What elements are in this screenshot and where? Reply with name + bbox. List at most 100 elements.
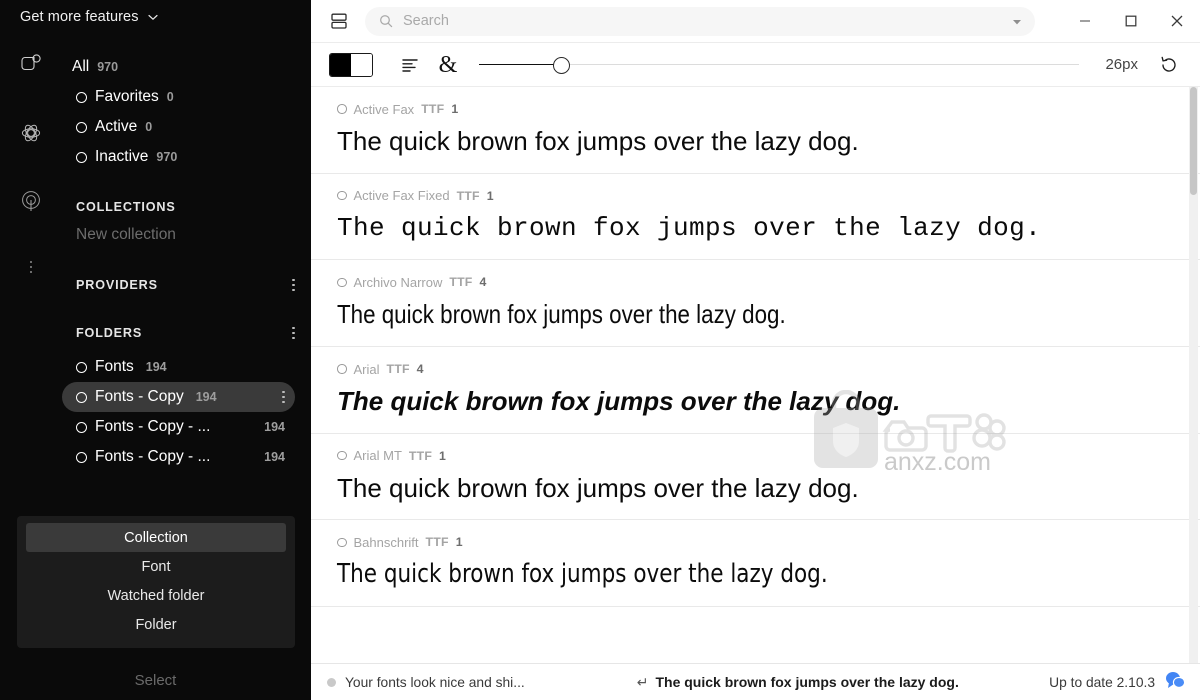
new-collection-button[interactable]: New collection <box>62 220 311 250</box>
minimize-icon[interactable] <box>1062 0 1108 43</box>
reset-rotate-icon[interactable] <box>1152 50 1186 80</box>
slider-knob[interactable] <box>553 56 570 74</box>
activate-font-icon[interactable] <box>337 537 347 548</box>
font-format: TTF <box>421 102 445 116</box>
font-size-label: 26px <box>1105 56 1138 73</box>
font-list-item[interactable]: Active Fax TTF 1 The quick brown fox jum… <box>311 87 1200 174</box>
contrast-black-half <box>330 53 351 76</box>
activate-font-icon[interactable] <box>337 450 347 461</box>
black-white-contrast-icon[interactable] <box>329 52 373 77</box>
ampersand-glyph: & <box>438 51 458 78</box>
providers-title: PROVIDERS <box>76 278 158 292</box>
font-list-item[interactable]: Arial MT TTF 1 The quick brown fox jumps… <box>311 434 1200 521</box>
font-style-count: 4 <box>416 362 424 377</box>
vertical-scrollbar[interactable] <box>1189 87 1198 663</box>
sidebar-item-fonts[interactable]: Fonts 194 <box>62 352 295 382</box>
sidebar-item-fonts-copy-3[interactable]: Fonts - Copy - ... 194 <box>62 442 295 472</box>
status-right: Up to date 2.10.3 <box>1049 670 1186 695</box>
close-icon[interactable] <box>1154 0 1200 43</box>
font-meta: Arial MT TTF 1 <box>337 448 1200 464</box>
search-icon <box>380 15 393 28</box>
circle-icon <box>76 91 87 103</box>
sidebar-item-inactive[interactable]: Inactive 970 <box>62 142 295 172</box>
font-list-item[interactable]: Archivo Narrow TTF 4 The quick brown fox… <box>311 260 1200 348</box>
chevron-down-icon <box>147 11 159 23</box>
text-align-left-icon[interactable] <box>395 52 425 78</box>
font-size-slider[interactable] <box>479 52 1079 78</box>
scrollbar-thumb[interactable] <box>1190 87 1197 195</box>
folder-label: Fonts - Copy - ... <box>95 448 211 465</box>
folder-count: 194 <box>145 360 167 374</box>
font-list-item[interactable]: Arial TTF 4 The quick brown fox jumps ov… <box>311 347 1200 434</box>
caret-down-icon[interactable] <box>1009 13 1025 29</box>
folder-label: Fonts - Copy - ... <box>95 418 211 435</box>
atom-icon[interactable] <box>16 118 46 148</box>
maximize-icon[interactable] <box>1108 0 1154 43</box>
split-view-icon[interactable] <box>327 9 351 33</box>
font-meta: Active Fax Fixed TTF 1 <box>337 188 1200 204</box>
status-message[interactable]: Your fonts look nice and shi... <box>327 675 525 690</box>
status-message-text: Your fonts look nice and shi... <box>345 674 525 690</box>
font-format: TTF <box>408 448 433 463</box>
statusbar: Your fonts look nice and shi... ↵ The qu… <box>311 663 1200 700</box>
folder-label: Fonts - Copy <box>95 388 184 405</box>
sidebar-item-count: 970 <box>156 150 178 164</box>
font-sample-text: The quick brown fox jumps over the lazy … <box>337 559 828 590</box>
activate-font-icon[interactable] <box>337 104 347 114</box>
main-panel: & 26px Active Fax TTF <box>311 0 1200 700</box>
ampersand-glyph-icon[interactable]: & <box>433 52 463 78</box>
folder-more-icon[interactable] <box>282 390 285 404</box>
sidebar-item-fonts-copy[interactable]: Fonts - Copy 194 <box>62 382 295 412</box>
preview-text-field[interactable]: ↵ The quick brown fox jumps over the laz… <box>637 674 959 691</box>
popup-item-folder[interactable]: Folder <box>26 610 286 639</box>
broadcast-icon[interactable] <box>16 186 46 216</box>
chat-bubbles-icon[interactable] <box>1164 670 1186 695</box>
font-name: Archivo Narrow <box>353 274 443 290</box>
font-meta: Active Fax TTF 1 <box>337 101 1200 117</box>
font-style-count: 4 <box>479 275 487 290</box>
enter-key-icon: ↵ <box>636 673 649 690</box>
update-status-label: Up to date 2.10.3 <box>1049 674 1155 690</box>
providers-section-header: PROVIDERS <box>62 272 311 298</box>
font-sample-text: The quick brown fox jumps over the lazy … <box>337 299 786 330</box>
folders-more-icon[interactable] <box>292 326 295 340</box>
sidebar-item-active[interactable]: Active 0 <box>62 112 295 142</box>
activate-font-icon[interactable] <box>337 277 347 288</box>
get-more-features-button[interactable]: Get more features <box>0 0 311 34</box>
font-list-item[interactable]: Bahnschrift TTF 1 The quick brown fox ju… <box>311 520 1200 608</box>
sidebar-item-all[interactable]: All 970 <box>62 52 295 82</box>
popup-item-watched-folder[interactable]: Watched folder <box>26 581 286 610</box>
folder-count: 194 <box>264 420 285 434</box>
sidebar-item-fonts-copy-2[interactable]: Fonts - Copy - ... 194 <box>62 412 295 442</box>
sidebar-item-favorites[interactable]: Favorites 0 <box>62 82 295 112</box>
circle-icon <box>76 391 87 403</box>
folder-count: 194 <box>195 390 217 404</box>
select-button[interactable]: Select <box>0 665 311 695</box>
font-style-count: 1 <box>451 102 459 116</box>
search-bar[interactable] <box>365 6 1035 36</box>
font-sample-text: The quick brown fox jumps over the lazy … <box>337 126 859 156</box>
font-list-item[interactable]: Active Fax Fixed TTF 1 The quick brown f… <box>311 174 1200 261</box>
activate-font-icon[interactable] <box>337 190 347 201</box>
folders-section-header: FOLDERS <box>62 320 311 346</box>
font-badge-icon[interactable] <box>16 50 46 80</box>
font-list[interactable]: Active Fax TTF 1 The quick brown fox jum… <box>311 87 1200 663</box>
preview-toolbar: & 26px <box>311 43 1200 87</box>
add-item-popup-menu: Collection Font Watched folder Folder <box>17 516 295 648</box>
window-controls <box>1062 0 1200 43</box>
search-input[interactable] <box>393 13 1009 29</box>
providers-more-icon[interactable] <box>292 278 295 292</box>
font-manager-window: Get more features All 970 Favorites 0 Ac… <box>0 0 1200 700</box>
more-vertical-icon[interactable] <box>16 254 46 280</box>
font-sample-text: The quick brown fox jumps over the lazy … <box>337 212 1042 243</box>
font-format: TTF <box>456 188 480 203</box>
circle-icon <box>76 361 87 373</box>
sidebar-item-label: All <box>72 58 90 75</box>
font-meta: Bahnschrift TTF 1 <box>337 534 1200 550</box>
activate-font-icon[interactable] <box>337 364 347 374</box>
sidebar-item-count: 970 <box>97 60 119 74</box>
sidebar-item-count: 0 <box>166 90 174 104</box>
popup-item-collection[interactable]: Collection <box>26 523 286 552</box>
font-name: Active Fax Fixed <box>353 188 450 204</box>
popup-item-font[interactable]: Font <box>26 552 286 581</box>
